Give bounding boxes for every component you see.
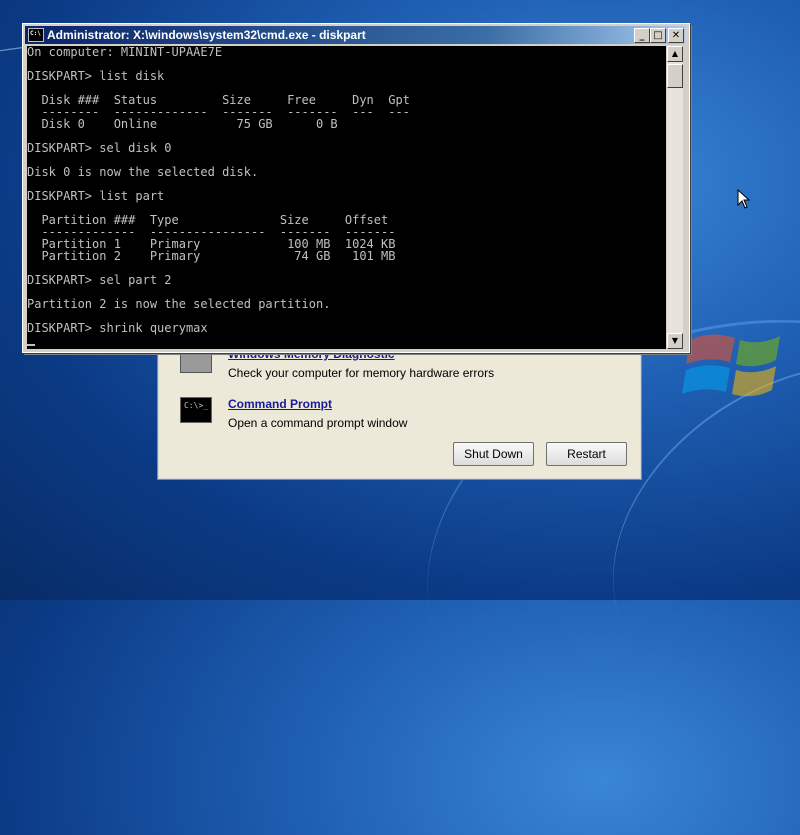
console-line: DISKPART> shrink querymax — [27, 321, 208, 335]
console-line: DISKPART> sel part 2 — [27, 273, 172, 287]
command-prompt-link[interactable]: Command Prompt — [228, 397, 332, 411]
scroll-thumb[interactable] — [667, 64, 683, 88]
console-output[interactable]: On computer: MININT-UPAAE7E DISKPART> lis… — [27, 46, 666, 349]
mouse-pointer-icon — [737, 189, 751, 209]
command-prompt-description: Open a command prompt window — [228, 416, 408, 430]
cmd-window-icon[interactable]: C:\ — [28, 28, 44, 42]
windows-flag-logo — [682, 334, 780, 397]
text-cursor — [27, 344, 35, 346]
shut-down-button[interactable]: Shut Down — [453, 442, 534, 466]
command-prompt-icon-text: C:\>_ — [184, 401, 209, 410]
maximize-button[interactable]: □ — [650, 28, 666, 43]
minimize-button[interactable]: _ — [634, 28, 650, 43]
console-line: On computer: MININT-UPAAE7E — [27, 46, 223, 59]
console-line: Partition 2 is now the selected partitio… — [27, 297, 331, 311]
restart-button[interactable]: Restart — [546, 442, 627, 466]
cmd-window[interactable]: C:\ Administrator: X:\windows\system32\c… — [22, 23, 690, 353]
console-line: DISKPART> list part — [27, 189, 165, 203]
console-line — [27, 334, 666, 346]
scroll-down-button[interactable]: ▼ — [667, 333, 683, 349]
console-line: Disk 0 is now the selected disk. — [27, 165, 259, 179]
close-button[interactable]: ✕ — [668, 28, 684, 43]
console-line: Disk 0 Online 75 GB 0 B — [27, 117, 338, 131]
title-bar[interactable]: C:\ Administrator: X:\windows\system32\c… — [25, 26, 685, 44]
vertical-scrollbar[interactable]: ▲ ▼ — [667, 46, 683, 349]
memory-diagnostic-description: Check your computer for memory hardware … — [228, 366, 495, 380]
console-line: Partition 2 Primary 74 GB 101 MB — [27, 249, 396, 263]
scroll-up-button[interactable]: ▲ — [667, 46, 683, 62]
cmd-window-icon-text: C:\ — [30, 30, 41, 37]
command-prompt-icon[interactable]: C:\>_ — [180, 397, 212, 423]
window-title: Administrator: X:\windows\system32\cmd.e… — [47, 28, 366, 42]
console-line: DISKPART> list disk — [27, 69, 165, 83]
console-line: DISKPART> sel disk 0 — [27, 141, 172, 155]
